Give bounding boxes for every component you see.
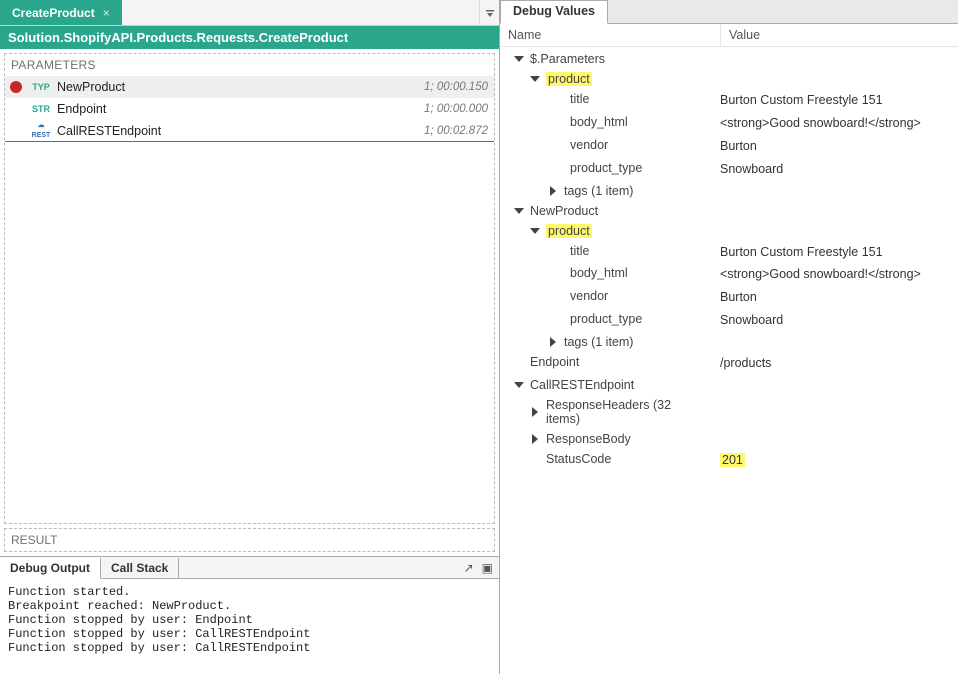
tree-value: Burton Custom Freestyle 151 xyxy=(712,244,958,261)
result-panel: RESULT xyxy=(4,528,495,552)
breakpoint-icon[interactable] xyxy=(10,81,22,93)
tree-node-product-type[interactable]: product_type xyxy=(500,312,712,326)
debug-values-panel: Debug Values Name Value $.Parameters pro… xyxy=(500,0,958,674)
chevron-down-icon[interactable] xyxy=(514,206,524,216)
chevron-right-icon[interactable] xyxy=(530,407,540,417)
chevron-down-icon[interactable] xyxy=(530,226,540,236)
type-badge: TYP xyxy=(27,82,55,92)
debug-values-columns: Name Value xyxy=(500,24,958,47)
tree-node-tags[interactable]: tags (1 item) xyxy=(500,184,712,198)
tree-node-tags[interactable]: tags (1 item) xyxy=(500,335,712,349)
tab-call-stack[interactable]: Call Stack xyxy=(101,558,179,578)
param-time: 1; 00:00.150 xyxy=(424,81,488,93)
chevron-right-icon[interactable] xyxy=(548,186,558,196)
tab-debug-values[interactable]: Debug Values xyxy=(500,0,608,24)
document-tab-bar: CreateProduct × xyxy=(0,0,499,26)
tree-node-product-type[interactable]: product_type xyxy=(500,161,712,175)
left-panel: CreateProduct × Solution.ShopifyAPI.Prod… xyxy=(0,0,500,674)
tree-node-parameters[interactable]: $.Parameters xyxy=(500,52,712,66)
param-name: NewProduct xyxy=(55,80,424,94)
tree-node-product[interactable]: product xyxy=(500,72,712,86)
tree-value: /products xyxy=(712,355,958,372)
popout-icon[interactable]: ↗ xyxy=(464,561,474,575)
tree-node-newproduct[interactable]: NewProduct xyxy=(500,204,712,218)
chevron-down-icon[interactable] xyxy=(530,74,540,84)
tree-node-title[interactable]: title xyxy=(500,92,712,106)
tree-node-responsebody[interactable]: ResponseBody xyxy=(500,432,712,446)
tree-value: <strong>Good snowboard!</strong> xyxy=(712,266,958,283)
tree-node-callrestendpoint[interactable]: CallRESTEndpoint xyxy=(500,378,712,392)
debug-output-text: Function started. Breakpoint reached: Ne… xyxy=(0,579,499,674)
chevron-right-icon[interactable] xyxy=(548,337,558,347)
tree-node-title[interactable]: title xyxy=(500,244,712,258)
param-row-endpoint[interactable]: STR Endpoint 1; 00:00.000 xyxy=(5,98,494,120)
tree-node-responseheaders[interactable]: ResponseHeaders (32 items) xyxy=(500,398,712,426)
param-row-newproduct[interactable]: TYP NewProduct 1; 00:00.150 xyxy=(5,76,494,98)
param-row-callrestendpoint[interactable]: ☁REST CallRESTEndpoint 1; 00:02.872 xyxy=(5,120,494,142)
tree-value: 201 xyxy=(720,453,745,467)
tree-node-vendor[interactable]: vendor xyxy=(500,289,712,303)
close-icon[interactable]: × xyxy=(103,6,110,20)
tree-node-endpoint[interactable]: Endpoint xyxy=(500,355,712,369)
type-badge: STR xyxy=(27,104,55,114)
param-name: Endpoint xyxy=(55,102,424,116)
parameters-list: TYP NewProduct 1; 00:00.150 STR Endpoint… xyxy=(5,76,494,523)
bottom-panel: Debug Output Call Stack ↗ ▣ Function sta… xyxy=(0,556,499,674)
pin-icon[interactable]: ▣ xyxy=(482,561,493,575)
chevron-down-icon[interactable] xyxy=(514,54,524,64)
tree-node-vendor[interactable]: vendor xyxy=(500,138,712,152)
parameters-header: PARAMETERS xyxy=(5,54,494,76)
param-time: 1; 00:00.000 xyxy=(424,103,488,115)
tab-debug-output[interactable]: Debug Output xyxy=(0,558,101,579)
rest-icon: ☁REST xyxy=(32,121,51,141)
tab-title: CreateProduct xyxy=(12,6,95,20)
tab-createproduct[interactable]: CreateProduct × xyxy=(0,0,122,25)
tree-node-body-html[interactable]: body_html xyxy=(500,115,712,129)
chevron-down-icon[interactable] xyxy=(514,380,524,390)
tree-value: Snowboard xyxy=(712,312,958,329)
tree-value: <strong>Good snowboard!</strong> xyxy=(712,115,958,132)
tab-dropdown-icon[interactable] xyxy=(479,0,499,25)
tree-value: Burton xyxy=(712,138,958,155)
breadcrumb: Solution.ShopifyAPI.Products.Requests.Cr… xyxy=(0,26,499,49)
tree-node-body-html[interactable]: body_html xyxy=(500,266,712,280)
parameters-panel: PARAMETERS TYP NewProduct 1; 00:00.150 S… xyxy=(4,53,495,524)
tree-value: Burton Custom Freestyle 151 xyxy=(712,92,958,109)
tree-node-product[interactable]: product xyxy=(500,224,712,238)
tree-value: Burton xyxy=(712,289,958,306)
tree-node-statuscode[interactable]: StatusCode xyxy=(500,452,712,466)
param-time: 1; 00:02.872 xyxy=(424,125,488,137)
column-name: Name xyxy=(500,24,720,46)
bottom-tabs: Debug Output Call Stack ↗ ▣ xyxy=(0,557,499,579)
chevron-right-icon[interactable] xyxy=(530,434,540,444)
column-value: Value xyxy=(720,24,958,46)
tree-value: Snowboard xyxy=(712,161,958,178)
param-name: CallRESTEndpoint xyxy=(55,124,424,138)
debug-values-tree: $.Parameters product titleBurton Custom … xyxy=(500,47,958,674)
